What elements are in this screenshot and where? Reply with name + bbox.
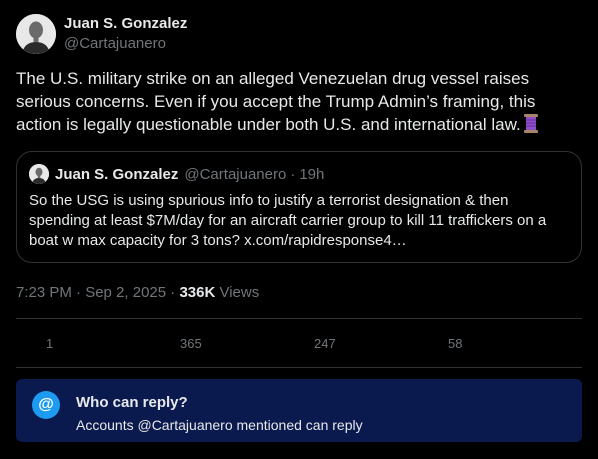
quote-separator: · (290, 165, 296, 183)
author-avatar[interactable] (16, 14, 56, 54)
reply-restriction-description: Accounts @Cartajuanero mentioned can rep… (76, 417, 363, 433)
author-handle[interactable]: @Cartajuanero (64, 34, 187, 54)
views-count: 336K (179, 284, 216, 301)
quoted-tweet[interactable]: Juan S. Gonzalez @Cartajuanero · 19h So … (16, 151, 582, 263)
divider-top (16, 318, 582, 319)
action-bar: 1 365 247 58 (16, 330, 582, 358)
repost-count[interactable]: 365 (180, 330, 202, 358)
reply-restriction-banner: @ Who can reply? Accounts @Cartajuanero … (16, 379, 582, 442)
quote-author-handle: @Cartajuanero (184, 165, 287, 183)
thread-spool-icon (523, 114, 539, 133)
tweet-author: Juan S. Gonzalez @Cartajuanero (16, 12, 187, 56)
quote-author-avatar (29, 164, 49, 184)
author-name[interactable]: Juan S. Gonzalez (64, 14, 187, 34)
bookmark-count[interactable]: 58 (448, 330, 462, 358)
avatar-portrait-icon (16, 14, 56, 54)
tweet-timestamp[interactable]: 7:23 PM · Sep 2, 2025 · (16, 284, 179, 301)
quote-text: So the USG is using spurious info to jus… (29, 192, 547, 249)
at-mention-icon: @ (32, 391, 60, 419)
views-label: Views (215, 284, 260, 301)
divider-bottom (16, 367, 582, 368)
tweet-meta: 7:23 PM · Sep 2, 2025 · 336K Views (16, 283, 259, 303)
quote-author-name: Juan S. Gonzalez (55, 165, 179, 183)
like-count[interactable]: 247 (314, 330, 336, 358)
reply-restriction-title: Who can reply? (76, 394, 188, 411)
quote-time: 19h (299, 165, 325, 183)
avatar-portrait-icon (29, 164, 49, 184)
tweet-body: The U.S. military strike on an alleged V… (16, 69, 536, 134)
tweet-text: The U.S. military strike on an alleged V… (16, 67, 582, 136)
reply-count[interactable]: 1 (46, 330, 53, 358)
